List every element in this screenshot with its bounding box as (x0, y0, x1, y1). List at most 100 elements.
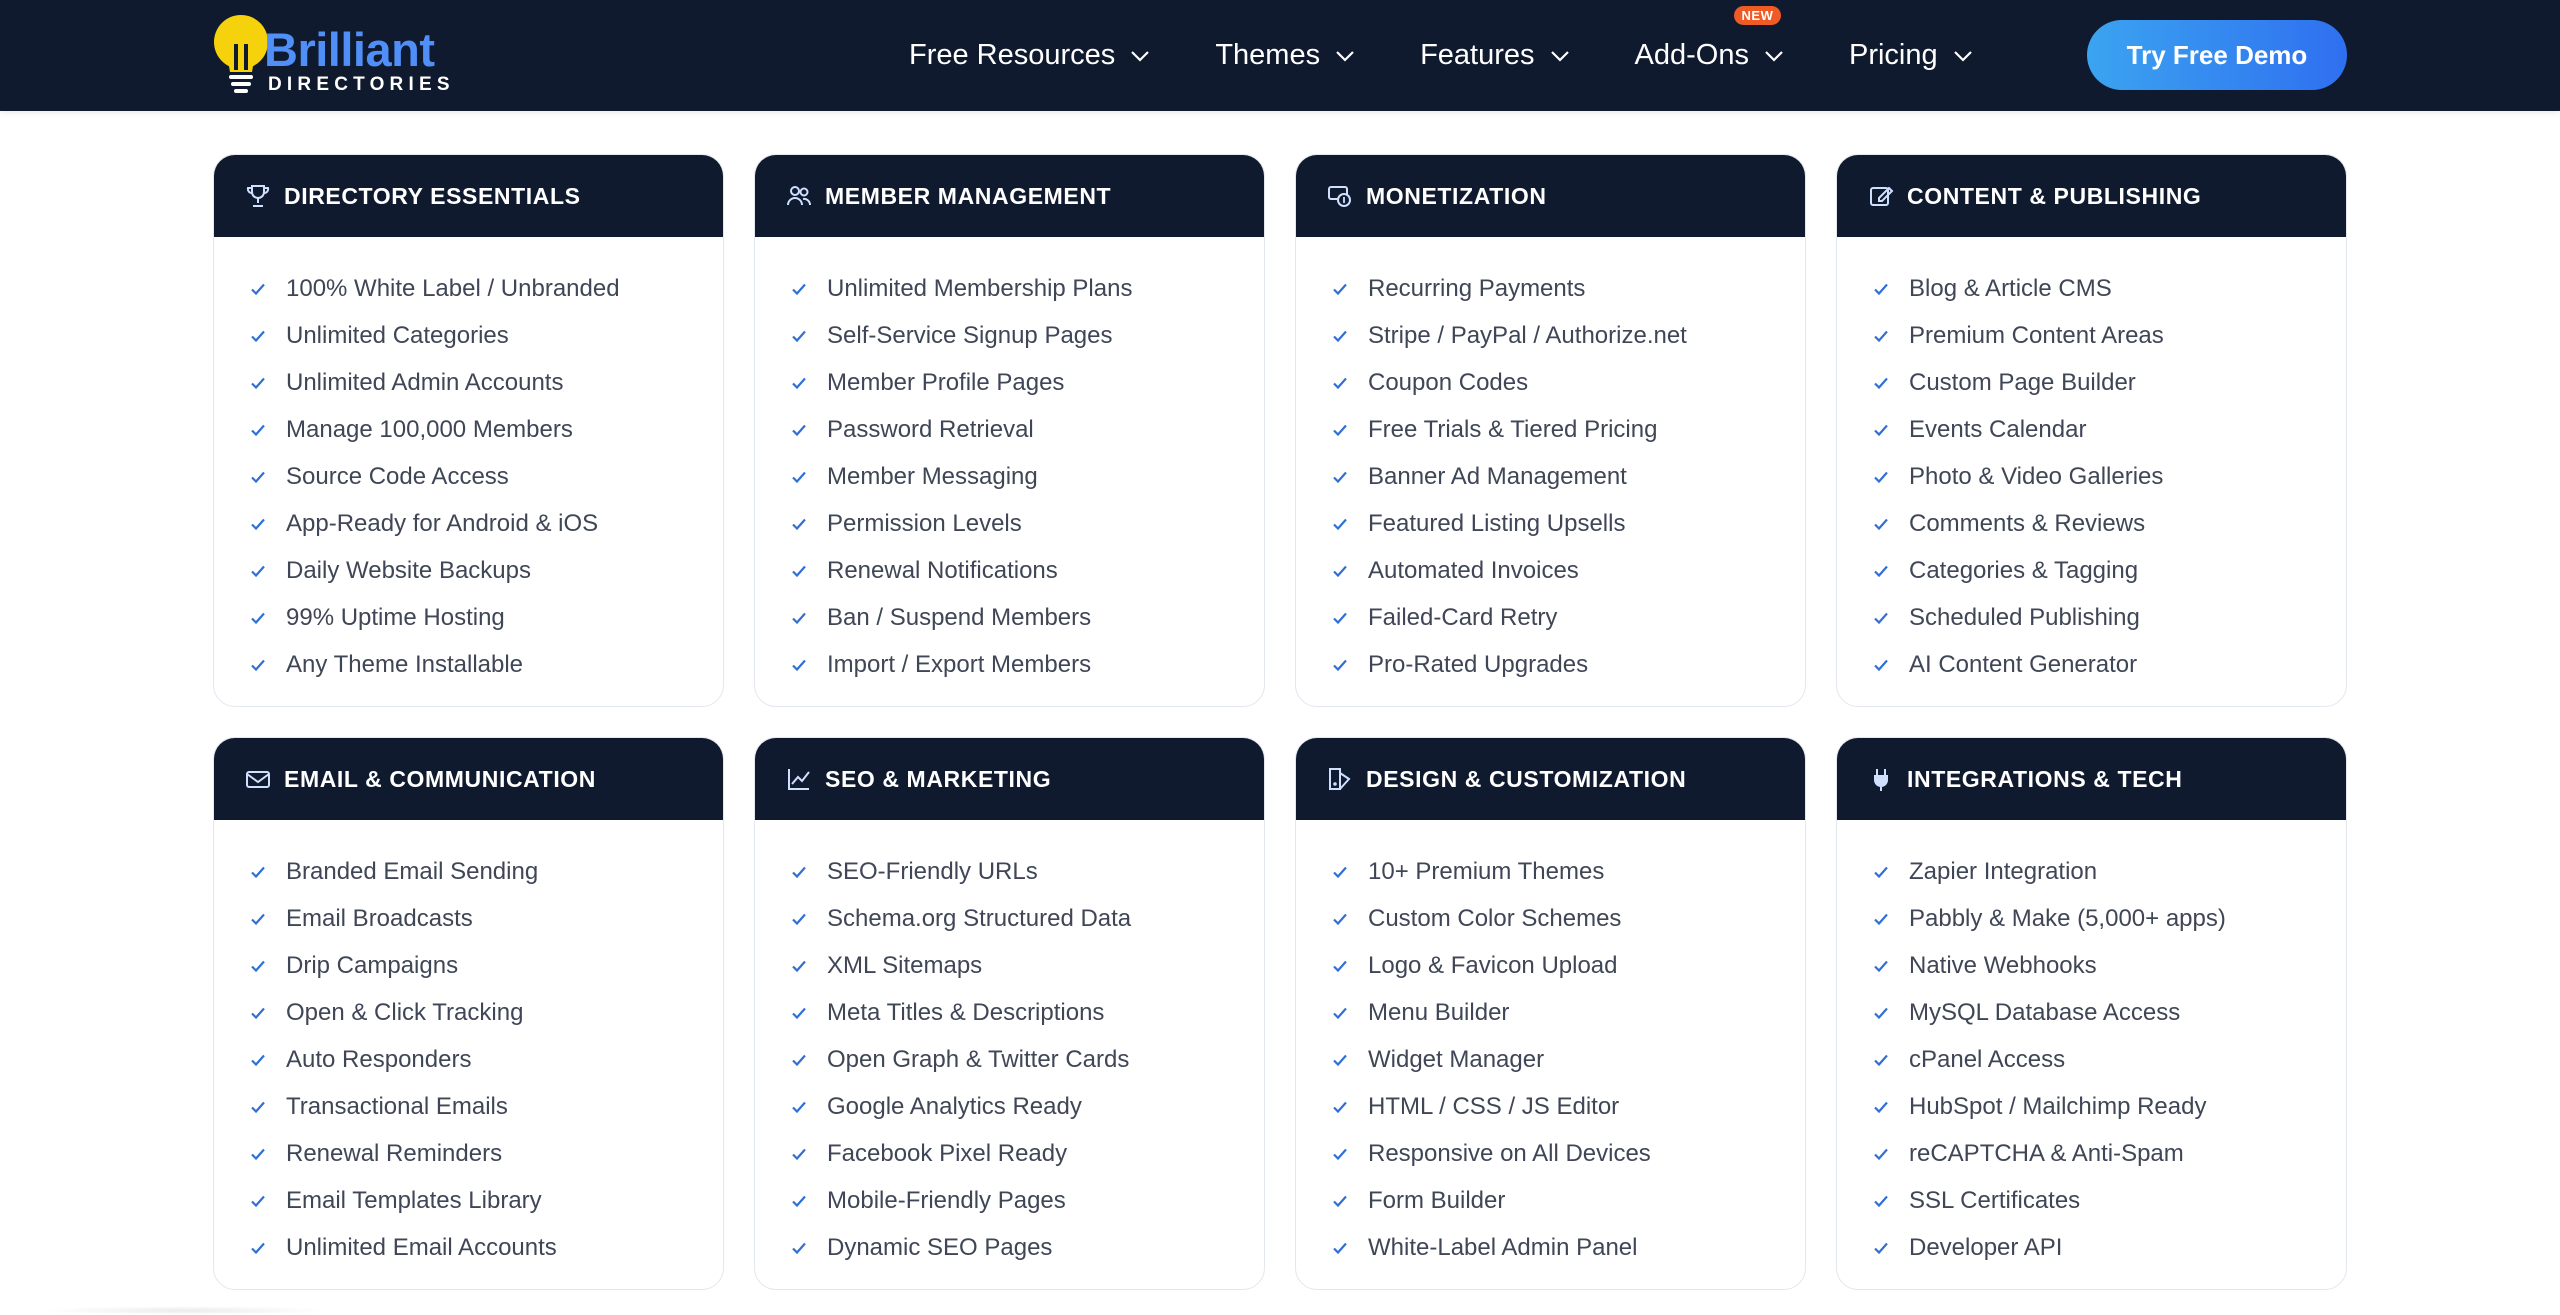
feature-list: Zapier Integration Pabbly & Make (5,000+ … (1837, 820, 2346, 1271)
feature-list-item: Scheduled Publishing (1873, 594, 2346, 641)
check-icon (792, 330, 806, 342)
feature-list-item: 10+ Premium Themes (1332, 848, 1805, 895)
feature-text: Recurring Payments (1368, 274, 1586, 302)
feature-list-item: Form Builder (1332, 1177, 1805, 1224)
check-icon (1333, 612, 1347, 624)
feature-text: Coupon Codes (1368, 368, 1529, 396)
feature-text: Daily Website Backups (286, 556, 531, 584)
feature-text: Open Graph & Twitter Cards (827, 1045, 1130, 1073)
feature-list-item: HubSpot / Mailchimp Ready (1873, 1083, 2346, 1130)
feature-text: Menu Builder (1368, 998, 1510, 1026)
card-title: INTEGRATIONS & TECH (1907, 765, 2183, 792)
feature-list: SEO-Friendly URLs Schema.org Structured D… (755, 820, 1264, 1271)
brand-logo[interactable]: Brilliant DIRECTORIES (212, 12, 450, 98)
feature-text: Auto Responders (286, 1045, 472, 1073)
feature-list-item: 99% Uptime Hosting (250, 594, 723, 641)
check-icon (1333, 565, 1347, 577)
feature-text: Scheduled Publishing (1909, 603, 2140, 631)
nav-features[interactable]: Features (1420, 39, 1570, 72)
feature-list-item: App-Ready for Android & iOS (250, 500, 723, 547)
check-icon (792, 565, 806, 577)
check-icon (792, 1195, 806, 1207)
check-icon (1333, 1007, 1347, 1019)
check-icon (1333, 424, 1347, 436)
nav-free-resources[interactable]: Free Resources (909, 39, 1151, 72)
feature-text: Comments & Reviews (1909, 509, 2146, 537)
feature-list-item: Comments & Reviews (1873, 500, 2346, 547)
check-icon (792, 518, 806, 530)
feature-list-item: Pro-Rated Upgrades (1332, 641, 1805, 688)
check-icon (1874, 960, 1888, 972)
chevron-down-icon (1953, 50, 1972, 62)
check-icon (792, 1007, 806, 1019)
nav-add-ons[interactable]: NEW Add-Ons (1635, 6, 1785, 72)
try-free-demo-button[interactable]: Try Free Demo (2087, 20, 2347, 90)
feature-text: White-Label Admin Panel (1368, 1233, 1638, 1261)
check-icon (1874, 330, 1888, 342)
feature-list-item: Logo & Favicon Upload (1332, 942, 1805, 989)
card-title: CONTENT & PUBLISHING (1907, 182, 2202, 209)
feature-list: Branded Email Sending Email Broadcasts Dri… (214, 820, 723, 1271)
feature-card-integrations-tech: INTEGRATIONS & TECH Zapier Integration Pab… (1836, 737, 2347, 1290)
check-icon (792, 471, 806, 483)
check-icon (251, 866, 265, 878)
check-icon (1874, 283, 1888, 295)
feature-list-item: Blog & Article CMS (1873, 265, 2346, 312)
feature-list-item: Photo & Video Galleries (1873, 453, 2346, 500)
card-header: SEO & MARKETING (755, 738, 1264, 820)
feature-list-item: Free Trials & Tiered Pricing (1332, 406, 1805, 453)
check-icon (251, 283, 265, 295)
feature-text: Import / Export Members (827, 650, 1092, 678)
check-icon (792, 1101, 806, 1113)
feature-list-item: Manage 100,000 Members (250, 406, 723, 453)
feature-list-item: Menu Builder (1332, 989, 1805, 1036)
feature-list-item: Responsive on All Devices (1332, 1130, 1805, 1177)
feature-list-item: HTML / CSS / JS Editor (1332, 1083, 1805, 1130)
feature-text: Unlimited Categories (286, 321, 509, 349)
edit-icon (1867, 182, 1895, 210)
feature-list-item: Password Retrieval (791, 406, 1264, 453)
feature-cards-grid: DIRECTORY ESSENTIALS 100% White Label / U… (213, 154, 2348, 1290)
feature-list: Blog & Article CMS Premium Content Areas C… (1837, 237, 2346, 688)
nav-themes[interactable]: Themes (1215, 39, 1356, 72)
feature-text: Custom Page Builder (1909, 368, 2136, 396)
feature-text: Blog & Article CMS (1909, 274, 2112, 302)
chevron-down-icon (1550, 50, 1569, 62)
check-icon (1874, 1054, 1888, 1066)
feature-list-item: Pabbly & Make (5,000+ apps) (1873, 895, 2346, 942)
feature-list-item: Premium Content Areas (1873, 312, 2346, 359)
card-title: MEMBER MANAGEMENT (825, 182, 1112, 209)
new-badge: NEW (1733, 6, 1782, 25)
money-icon (1326, 182, 1354, 210)
card-header: EMAIL & COMMUNICATION (214, 738, 723, 820)
feature-list-item: Stripe / PayPal / Authorize.net (1332, 312, 1805, 359)
trophy-icon (244, 182, 272, 210)
check-icon (1874, 565, 1888, 577)
nav-label: Features (1420, 39, 1535, 71)
feature-list-item: cPanel Access (1873, 1036, 2346, 1083)
feature-list-item: Dynamic SEO Pages (791, 1224, 1264, 1271)
check-icon (251, 960, 265, 972)
feature-card-monetization: MONETIZATION Recurring Payments Stripe / P… (1295, 154, 1806, 707)
check-icon (1874, 377, 1888, 389)
check-icon (1333, 866, 1347, 878)
feature-text: Free Trials & Tiered Pricing (1368, 415, 1658, 443)
feature-text: XML Sitemaps (827, 951, 983, 979)
check-icon (792, 1054, 806, 1066)
check-icon (1874, 866, 1888, 878)
check-icon (1874, 1195, 1888, 1207)
check-icon (1333, 1242, 1347, 1254)
feature-list-item: Unlimited Email Accounts (250, 1224, 723, 1271)
nav-label: Free Resources (909, 39, 1116, 71)
main-nav: Free Resources Themes Features NEW Add-O… (909, 0, 1974, 111)
feature-list-item: Mobile-Friendly Pages (791, 1177, 1264, 1224)
nav-pricing[interactable]: Pricing (1849, 39, 1974, 72)
check-icon (792, 960, 806, 972)
check-icon (792, 866, 806, 878)
feature-list-item: Custom Page Builder (1873, 359, 2346, 406)
check-icon (251, 1054, 265, 1066)
feature-text: 100% White Label / Unbranded (286, 274, 620, 302)
check-icon (1333, 1148, 1347, 1160)
check-icon (1333, 659, 1347, 671)
check-icon (251, 377, 265, 389)
